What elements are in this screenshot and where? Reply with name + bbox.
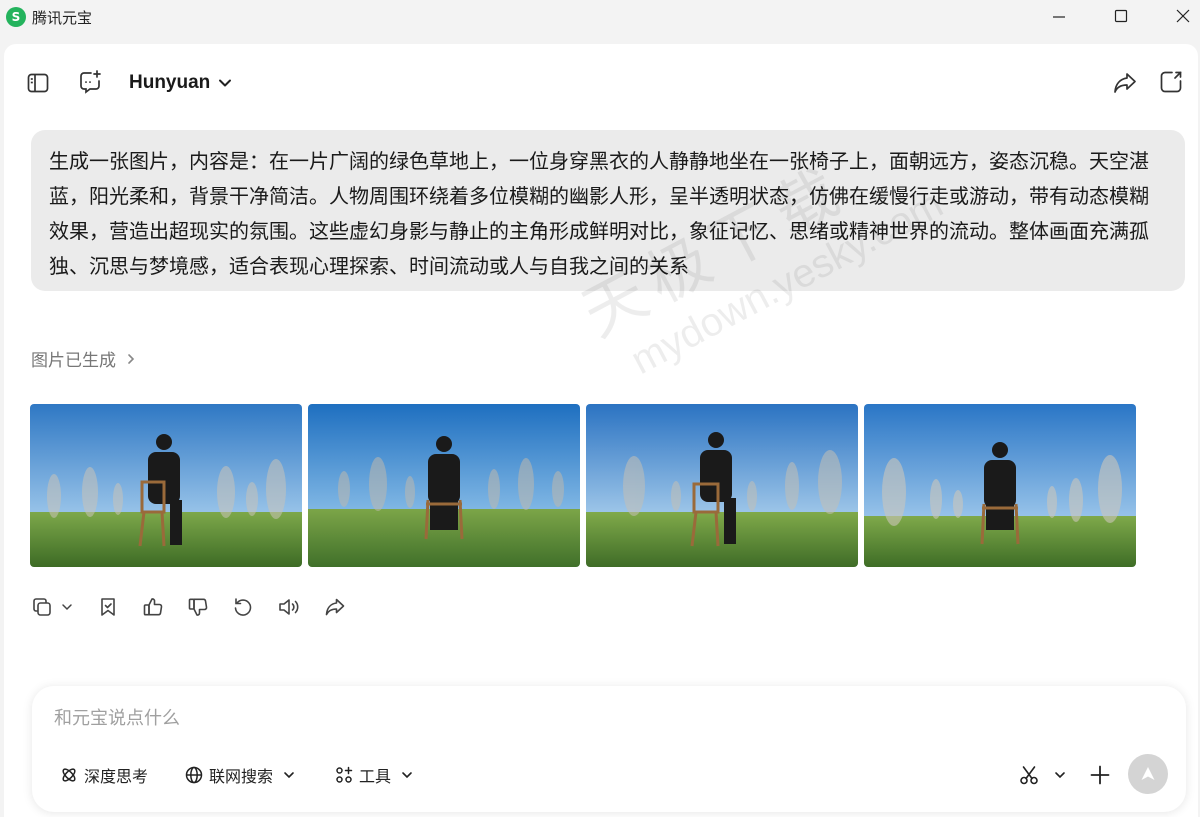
bookmark-icon — [101, 598, 115, 616]
minimize-button[interactable] — [1036, 0, 1082, 32]
title-bar: S 腾讯元宝 — [0, 0, 1200, 36]
share-icon — [325, 598, 345, 616]
new-chat-icon[interactable] — [76, 68, 104, 96]
chevron-down-icon — [284, 772, 294, 779]
atom-icon — [62, 768, 76, 782]
composer: 深度思考 联网搜索 工具 — [32, 686, 1186, 812]
new-window-icon[interactable] — [1157, 68, 1185, 96]
scissors-icon — [1020, 766, 1038, 785]
send-icon — [1141, 767, 1155, 780]
chevron-down-icon — [402, 772, 412, 779]
share-icon[interactable] — [1111, 69, 1139, 97]
user-message-bubble: 生成一张图片，内容是：在一片广阔的绿色草地上，一位身穿黑衣的人静静地坐在一张椅子… — [31, 130, 1185, 291]
chevron-right-icon — [128, 353, 135, 364]
chevron-down-icon — [219, 79, 232, 87]
close-button[interactable] — [1160, 0, 1200, 32]
copy-icon — [33, 598, 51, 616]
user-message-text: 生成一张图片，内容是：在一片广阔的绿色草地上，一位身穿黑衣的人静静地坐在一张椅子… — [49, 149, 1149, 278]
generated-image-2[interactable] — [308, 404, 580, 567]
plus-icon — [1090, 765, 1110, 785]
generated-image-1[interactable] — [30, 404, 302, 567]
tools-label: 工具 — [359, 767, 392, 786]
thumbs-up-icon — [143, 598, 163, 616]
web-search-button[interactable]: 联网搜索 — [185, 762, 295, 788]
attach-button[interactable] — [1089, 762, 1111, 788]
apps-icon — [336, 766, 353, 783]
thumbs-down-icon — [188, 598, 208, 616]
like-button[interactable] — [142, 594, 164, 620]
chevron-down-icon — [1055, 772, 1065, 779]
close-icon — [1176, 9, 1190, 23]
generated-image-3[interactable] — [586, 404, 858, 567]
message-input[interactable] — [54, 704, 954, 732]
window-title: 腾讯元宝 — [32, 9, 93, 27]
globe-icon — [185, 766, 203, 784]
deep-think-label: 深度思考 — [84, 767, 149, 786]
send-button[interactable] — [1128, 754, 1168, 794]
regenerate-button[interactable] — [232, 594, 254, 620]
sidebar-toggle-icon[interactable] — [24, 69, 52, 97]
share-answer-button[interactable] — [324, 594, 346, 620]
tools-button[interactable]: 工具 — [335, 762, 413, 788]
image-generated-status[interactable]: 图片已生成 — [31, 346, 136, 371]
model-selector[interactable]: Hunyuan — [129, 69, 232, 97]
read-aloud-icon — [279, 599, 299, 615]
screenshot-button[interactable] — [1018, 762, 1066, 788]
generated-image-4[interactable] — [864, 404, 1136, 567]
read-aloud-button[interactable] — [277, 594, 301, 620]
minimize-icon — [1053, 16, 1065, 18]
regenerate-icon — [234, 598, 252, 616]
maximize-icon — [1114, 9, 1128, 23]
model-name: Hunyuan — [129, 72, 211, 93]
bookmark-button[interactable] — [97, 594, 119, 620]
copy-button[interactable] — [31, 594, 73, 620]
chat-panel: Hunyuan 生成一张图片，内容是：在一片广阔的绿色草地上，一位身穿黑衣的人静… — [4, 44, 1198, 817]
web-search-label: 联网搜索 — [209, 767, 274, 786]
dislike-button[interactable] — [187, 594, 209, 620]
app-logo: S — [6, 7, 26, 27]
deep-think-button[interactable]: 深度思考 — [60, 762, 148, 788]
chevron-down-icon — [62, 604, 72, 611]
status-text: 图片已生成 — [31, 351, 116, 371]
maximize-button[interactable] — [1098, 0, 1144, 32]
